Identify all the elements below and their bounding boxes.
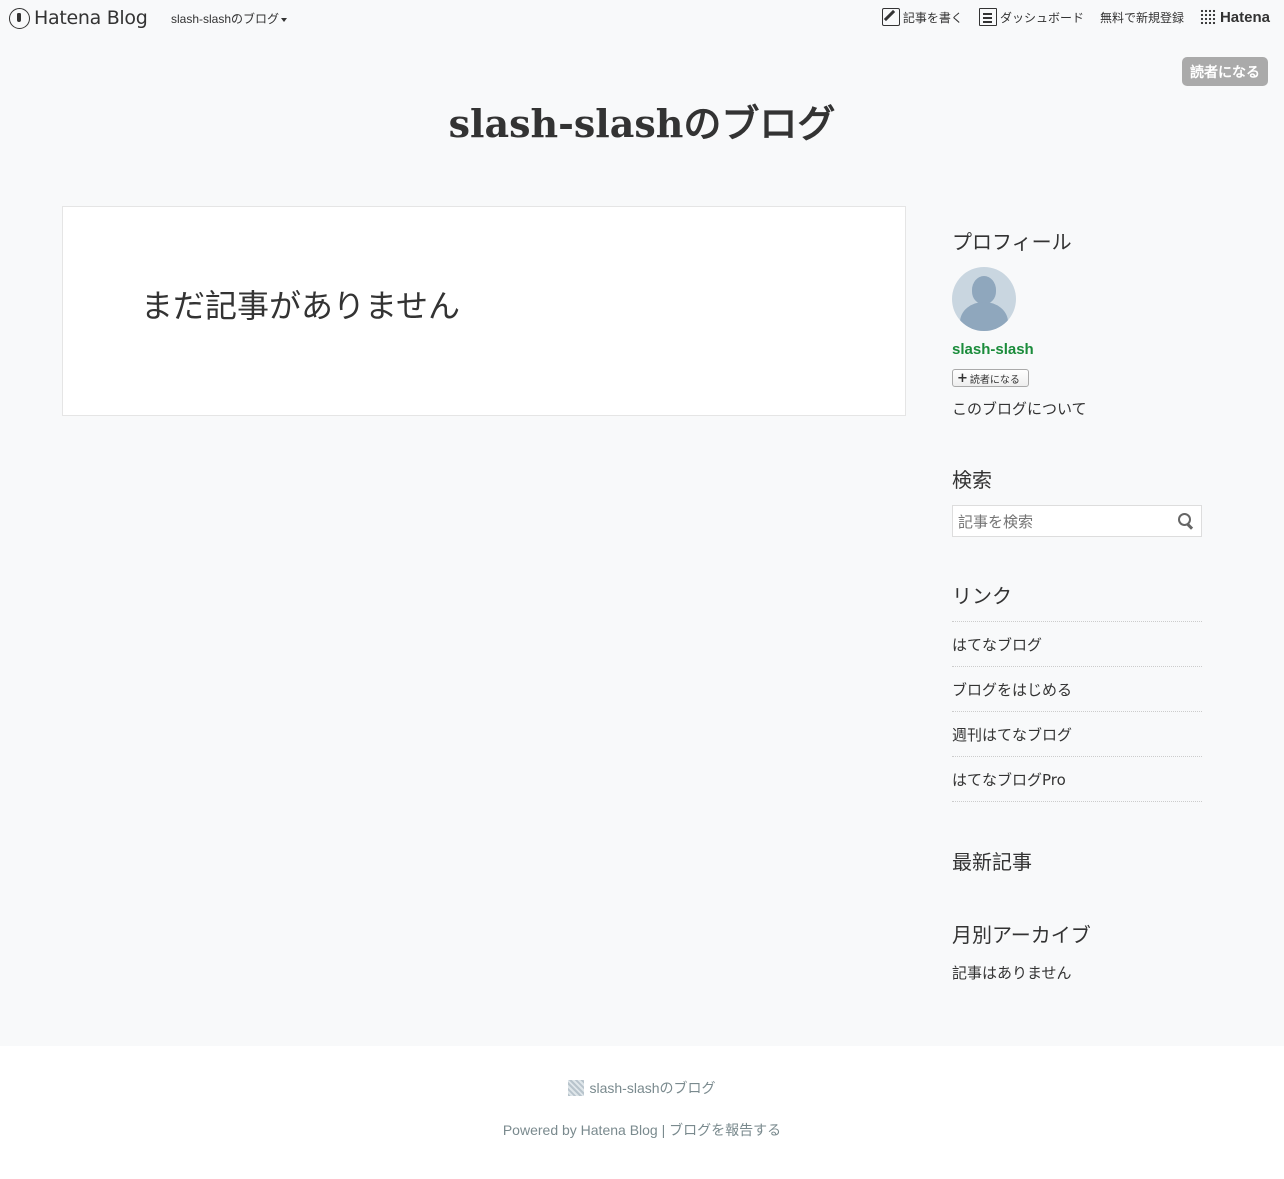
blog-title[interactable]: slash-slashのブログ — [0, 93, 1284, 148]
link-item-weekly[interactable]: 週刊はてなブログ — [952, 712, 1202, 757]
profile-name-link[interactable]: slash-slash — [952, 341, 1034, 358]
sidebar-subscribe-label: 読者になる — [969, 374, 1020, 386]
dashboard-label: ダッシュボード — [999, 10, 1084, 25]
footer: slash-slashのブログ Powered by Hatena Blog |… — [0, 1046, 1284, 1179]
blog-favicon-icon — [568, 1080, 585, 1096]
search-title: 検索 — [952, 468, 992, 492]
signup-link[interactable]: 無料で新規登録 — [1100, 9, 1184, 26]
caret-down-icon — [281, 17, 288, 22]
footer-blog-link[interactable]: slash-slashのブログ — [0, 1078, 1284, 1098]
sidebar-subscribe-button[interactable]: + 読者になる — [952, 369, 1029, 387]
avatar-body — [960, 302, 1008, 331]
footer-separator: | — [661, 1122, 666, 1138]
archive-title: 月別アーカイブ — [952, 923, 1091, 947]
links-list: はてなブログ ブログをはじめる 週刊はてなブログ はてなブログPro — [952, 621, 1202, 802]
hatena-dots-icon — [1199, 9, 1216, 25]
link-item-hatena-blog[interactable]: はてなブログ — [952, 622, 1202, 667]
dashboard-icon — [978, 8, 997, 26]
logo-text: Hatena Blog — [34, 7, 148, 29]
archive-empty-message: 記事はありません — [952, 964, 1072, 982]
search-input[interactable] — [958, 513, 1158, 531]
plus-icon: + — [957, 370, 968, 386]
about-blog-link[interactable]: このブログについて — [952, 398, 1087, 419]
blog-switcher[interactable]: slash-slashのブログ — [171, 10, 288, 27]
dashboard-link[interactable]: ダッシュボード — [978, 8, 1084, 26]
main-content: まだ記事がありません — [62, 206, 906, 416]
report-blog-link[interactable]: ブログを報告する — [669, 1122, 781, 1138]
link-item-start-blog[interactable]: ブログをはじめる — [952, 667, 1202, 712]
hatena-logo[interactable]: Hatena — [1199, 8, 1270, 26]
footer-blog-name: slash-slashのブログ — [589, 1080, 716, 1096]
no-entry-message: まだ記事がありません — [141, 287, 461, 325]
profile-title: プロフィール — [952, 230, 1072, 254]
footer-powered: Powered by Hatena Blog | ブログを報告する — [0, 1120, 1284, 1140]
search-icon[interactable] — [1177, 512, 1195, 530]
search-form — [952, 505, 1202, 537]
links-title: リンク — [952, 584, 1012, 608]
avatar-head — [972, 276, 996, 304]
hatena-blog-logo-icon — [9, 7, 30, 29]
hatena-blog-logo[interactable]: Hatena Blog — [9, 7, 148, 29]
link-item-pro[interactable]: はてなブログPro — [952, 757, 1202, 802]
recent-entries-title: 最新記事 — [952, 850, 1032, 874]
hatena-logo-text: Hatena — [1219, 8, 1270, 26]
pencil-icon — [881, 8, 900, 26]
blog-switcher-label: slash-slashのブログ — [171, 12, 280, 26]
global-header: Hatena Blog slash-slashのブログ 記事を書く ダッシュボー… — [0, 0, 1284, 37]
powered-by-link[interactable]: Powered by Hatena Blog — [503, 1122, 658, 1138]
avatar[interactable] — [952, 267, 1016, 331]
write-entry-label: 記事を書く — [902, 10, 963, 25]
write-entry-link[interactable]: 記事を書く — [881, 8, 963, 26]
subscribe-button[interactable]: 読者になる — [1182, 57, 1268, 86]
sidebar: プロフィール slash-slash + 読者になる このブログについて 検索 … — [932, 206, 1220, 1018]
